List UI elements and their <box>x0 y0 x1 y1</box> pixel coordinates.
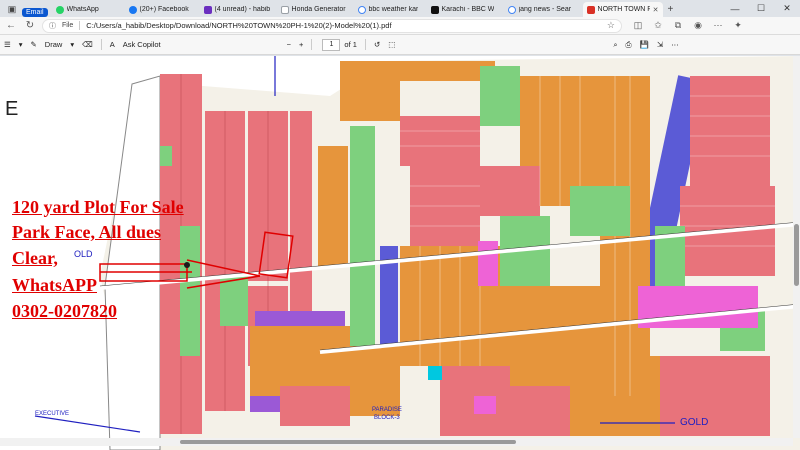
label-old: OLD <box>74 249 93 259</box>
tab-label: WhatsApp <box>66 6 99 13</box>
pdf-toolbar: ☰ ▾ ✎ Draw ▾ ⌫ A Ask Copilot − + 1 of 1 … <box>0 35 800 55</box>
more-options-icon[interactable]: ⋯ <box>667 37 683 53</box>
facebook-icon <box>128 5 137 14</box>
search-icon[interactable]: ⌕ <box>609 37 621 53</box>
tab-email[interactable]: Email <box>22 8 48 17</box>
ad-line-4: WhatsAPP <box>12 275 97 295</box>
zoom-out-icon[interactable]: − <box>283 37 295 53</box>
print-icon[interactable]: ⎙ <box>622 37 636 53</box>
zoom-in-icon[interactable]: + <box>295 37 307 53</box>
tab-jang-news-search[interactable]: jang news - Sear <box>504 2 582 17</box>
tab-label: Karachi - BBC W <box>441 6 495 13</box>
pdf-document[interactable]: E 120 yard Plot For Sale Park Face, All … <box>0 56 800 450</box>
window-controls: — ☐ ✕ <box>722 0 800 17</box>
eraser-icon[interactable]: ⌫ <box>78 37 97 53</box>
page-number-input[interactable]: 1 <box>322 38 341 51</box>
tab-actions-icon[interactable]: ▣ <box>6 3 18 15</box>
divider <box>100 39 102 50</box>
close-icon[interactable]: ✕ <box>653 6 659 14</box>
tab-label: (4 unread) - habib <box>214 6 271 13</box>
draw-button[interactable]: Draw <box>41 37 67 53</box>
collections-icon[interactable]: ⧉ <box>668 18 688 34</box>
tab-north-town-pdf[interactable]: NORTH TOWN P ✕ <box>582 2 663 17</box>
favorites-icon[interactable]: ✩ <box>648 18 668 34</box>
ad-line-5: 0302-0207820 <box>12 301 117 321</box>
save-as-icon[interactable]: ⇲ <box>653 37 667 53</box>
page-icon <box>280 5 289 14</box>
tab-label: bbc weather kar <box>368 6 419 13</box>
ad-line-1: 120 yard Plot For Sale <box>12 197 184 217</box>
url-text: C:/Users/a_habib/Desktop/Download/NORTH%… <box>86 21 392 30</box>
close-window-icon[interactable]: ✕ <box>774 0 800 17</box>
search-icon <box>357 5 366 14</box>
back-icon[interactable]: ← <box>3 18 19 34</box>
scroll-thumb[interactable] <box>794 224 799 286</box>
read-aloud-icon[interactable]: A <box>106 37 119 53</box>
save-icon[interactable]: 💾 <box>636 37 653 53</box>
maximize-icon[interactable]: ☐ <box>748 0 774 17</box>
tab-label: (20+) Facebook <box>139 6 189 13</box>
chevron-down-icon[interactable]: ▾ <box>66 37 78 53</box>
tab-label: NORTH TOWN P <box>597 6 650 13</box>
ask-copilot-button[interactable]: Ask Copilot <box>119 37 165 53</box>
tab-whatsapp[interactable]: WhatsApp <box>52 2 124 17</box>
new-tab-icon[interactable]: + <box>664 4 678 17</box>
pdf-icon <box>586 5 595 14</box>
url-field[interactable]: ⓘ File C:/Users/a_habib/Desktop/Download… <box>42 18 622 33</box>
rotate-icon[interactable]: ↺ <box>370 37 384 53</box>
horizontal-scrollbar[interactable] <box>0 438 793 446</box>
file-chip: File <box>62 22 74 29</box>
label-gold: GOLD <box>680 417 709 428</box>
draw-icon[interactable]: ✎ <box>27 37 41 53</box>
vertical-scrollbar[interactable] <box>793 56 800 438</box>
ad-line-3: Clear, <box>12 248 58 268</box>
browser-actions: ◫ ✩ ⧉ ◉ ⋯ ✦ <box>628 18 748 34</box>
whatsapp-icon <box>55 5 64 14</box>
tab-strip: ▣ Email WhatsApp (20+) Facebook (4 unrea… <box>0 0 800 17</box>
site-plan-map <box>0 56 800 450</box>
divider <box>79 21 81 30</box>
plot-marker <box>184 262 190 268</box>
search-icon <box>507 5 516 14</box>
more-icon[interactable]: ⋯ <box>708 18 728 34</box>
label-paradise-block: BLOCK-3 <box>374 415 400 421</box>
edge-letter: E <box>5 98 19 120</box>
page-total: of 1 <box>344 40 357 49</box>
split-screen-icon[interactable]: ◫ <box>628 18 648 34</box>
divider <box>311 39 313 50</box>
tab-label: jang news - Sear <box>518 6 572 13</box>
label-paradise: PARADISE <box>372 407 402 413</box>
address-bar: ← ↻ ⓘ File C:/Users/a_habib/Desktop/Down… <box>0 17 800 35</box>
marker-cyan <box>428 366 442 380</box>
profile-icon[interactable]: ◉ <box>688 18 708 34</box>
divider <box>364 39 366 50</box>
tab-label: Honda Generator <box>291 6 346 13</box>
minimize-icon[interactable]: — <box>722 0 748 17</box>
tab-facebook[interactable]: (20+) Facebook <box>125 2 199 17</box>
tab-bbc-karachi[interactable]: Karachi - BBC W <box>427 2 503 17</box>
refresh-icon[interactable]: ↻ <box>22 18 38 34</box>
bbc-icon <box>430 5 439 14</box>
file-icon: ⓘ <box>49 22 56 30</box>
highlight-icon[interactable]: ▾ <box>15 37 27 53</box>
tab-bbc-weather-search[interactable]: bbc weather kar <box>354 2 426 17</box>
tab-honda-generator[interactable]: Honda Generator <box>277 2 353 17</box>
contents-icon[interactable]: ☰ <box>0 37 15 53</box>
ad-line-2: Park Face, All dues <box>12 222 161 242</box>
mail-icon <box>203 5 212 14</box>
tab-mail-unread[interactable]: (4 unread) - habib <box>200 2 276 17</box>
star-icon[interactable]: ☆ <box>607 20 615 31</box>
label-executive: EXECUTIVE <box>35 411 70 417</box>
fit-page-icon[interactable]: ⬚ <box>384 37 399 53</box>
copilot-icon[interactable]: ✦ <box>728 18 748 34</box>
scroll-thumb[interactable] <box>180 440 516 444</box>
